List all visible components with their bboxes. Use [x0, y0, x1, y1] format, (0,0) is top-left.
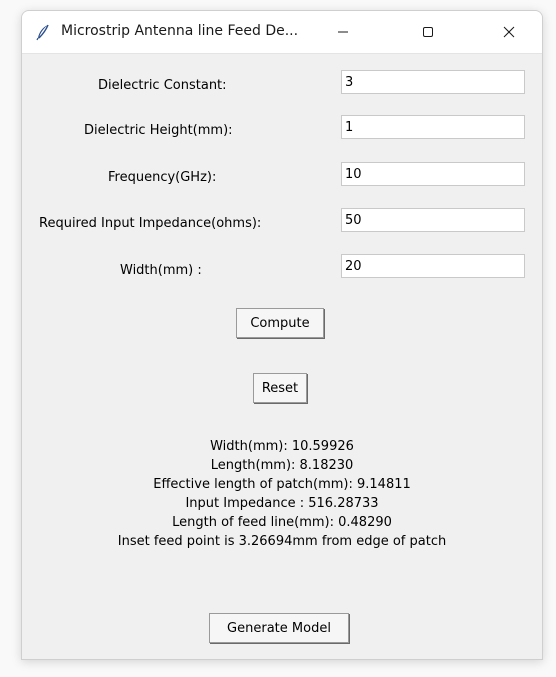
minimize-icon [338, 31, 348, 33]
close-icon [503, 26, 515, 38]
result-width: Width(mm): 10.59926 [210, 439, 354, 454]
minimize-button[interactable] [320, 11, 366, 53]
label-dielectric-constant: Dielectric Constant: [98, 78, 227, 93]
label-width: Width(mm) : [120, 263, 202, 278]
label-frequency: Frequency(GHz): [108, 170, 217, 185]
dielectric-constant-input[interactable] [341, 70, 525, 94]
reset-button[interactable]: Reset [253, 373, 307, 403]
close-button[interactable] [486, 11, 532, 53]
result-feed-line-length: Length of feed line(mm): 0.48290 [172, 515, 392, 530]
dielectric-height-input[interactable] [341, 115, 525, 139]
result-length: Length(mm): 8.18230 [210, 458, 354, 473]
title-bar[interactable]: Microstrip Antenna line Feed De... [22, 11, 542, 54]
maximize-button[interactable] [405, 11, 451, 53]
feather-icon [34, 23, 52, 41]
frequency-input[interactable] [341, 162, 525, 186]
result-effective-length: Effective length of patch(mm): 9.14811 [153, 477, 411, 492]
compute-button[interactable]: Compute [236, 308, 324, 338]
maximize-icon [423, 27, 433, 37]
result-input-impedance: Input Impedance : 516.28733 [185, 496, 379, 511]
label-dielectric-height: Dielectric Height(mm): [84, 123, 233, 138]
window-title: Microstrip Antenna line Feed De... [61, 23, 299, 39]
results-panel: Width(mm): 10.59926 Length(mm): 8.18230 … [22, 437, 542, 551]
result-inset-feed-point: Inset feed point is 3.26694mm from edge … [117, 534, 447, 549]
width-input[interactable] [341, 254, 525, 278]
label-input-impedance: Required Input Impedance(ohms): [39, 216, 262, 231]
generate-model-button[interactable]: Generate Model [209, 613, 349, 643]
input-impedance-input[interactable] [341, 208, 525, 232]
app-window: Microstrip Antenna line Feed De... Diele… [21, 10, 543, 660]
